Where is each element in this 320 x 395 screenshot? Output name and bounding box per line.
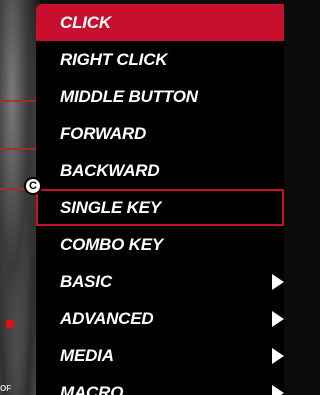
menu-item-media[interactable]: MEDIA xyxy=(36,337,284,374)
menu-item-label: SINGLE KEY xyxy=(60,197,161,217)
menu-item-label: ADVANCED xyxy=(60,308,154,328)
menu-item-advanced[interactable]: ADVANCED xyxy=(36,300,284,337)
background-photo: OF xyxy=(0,0,40,395)
menu-item-forward[interactable]: FORWARD xyxy=(36,115,284,152)
red-divider-line xyxy=(0,148,38,150)
menu-item-label: CLICK xyxy=(60,12,111,32)
menu-item-label: FORWARD xyxy=(60,123,147,143)
menu-item-combo-key[interactable]: COMBO KEY xyxy=(36,226,284,263)
submenu-arrow-icon xyxy=(272,310,284,327)
menu-item-basic[interactable]: BASIC xyxy=(36,263,284,300)
callout-badge: C xyxy=(24,177,42,195)
menu-item-click[interactable]: CLICK xyxy=(36,4,284,41)
menu-item-macro[interactable]: MACRO xyxy=(36,374,284,395)
menu-item-backward[interactable]: BACKWARD xyxy=(36,152,284,189)
background-caption: OF xyxy=(0,384,12,393)
menu-item-label: MIDDLE BUTTON xyxy=(60,86,198,106)
red-divider-line xyxy=(0,100,38,102)
submenu-arrow-icon xyxy=(272,347,284,364)
menu-item-label: MACRO xyxy=(60,382,124,395)
menu-item-label: MEDIA xyxy=(60,345,114,365)
menu-item-single-key[interactable]: SINGLE KEY xyxy=(36,189,284,226)
menu-item-middle-button[interactable]: MIDDLE BUTTON xyxy=(36,78,284,115)
menu-item-right-click[interactable]: RIGHT CLICK xyxy=(36,41,284,78)
menu-item-label: RIGHT CLICK xyxy=(60,49,168,69)
button-assignment-menu: CLICK RIGHT CLICK MIDDLE BUTTON FORWARD … xyxy=(36,4,284,395)
menu-item-label: COMBO KEY xyxy=(60,234,164,254)
submenu-arrow-icon xyxy=(272,273,284,290)
menu-item-label: BASIC xyxy=(60,271,112,291)
red-marker xyxy=(6,320,14,328)
menu-item-label: BACKWARD xyxy=(60,160,160,180)
submenu-arrow-icon xyxy=(272,384,284,395)
